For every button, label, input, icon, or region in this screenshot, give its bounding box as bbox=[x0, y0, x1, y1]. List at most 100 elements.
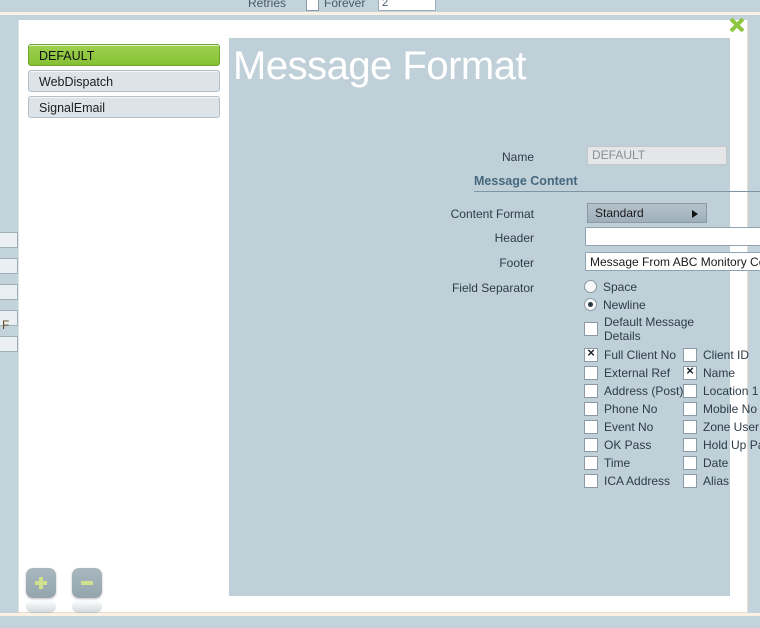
radio-icon bbox=[584, 298, 597, 311]
checkbox-icon bbox=[584, 321, 598, 336]
field-checkbox-client-id[interactable]: Client ID bbox=[683, 348, 760, 362]
field-checkbox-label: Zone User No bbox=[703, 420, 760, 434]
footer-input[interactable] bbox=[585, 252, 760, 271]
checkbox-icon bbox=[584, 438, 598, 452]
field-checkbox-label: OK Pass bbox=[604, 438, 652, 452]
message-field-checkbox-grid: Full Client No Client ID Client Area Ext… bbox=[584, 345, 760, 490]
field-checkbox-label: Time bbox=[604, 456, 631, 470]
chevron-right-icon bbox=[692, 210, 698, 218]
list-item[interactable]: WebDispatch bbox=[28, 70, 220, 92]
background-bottom-fill bbox=[0, 616, 760, 628]
field-checkbox-full-client-no[interactable]: Full Client No bbox=[584, 345, 683, 362]
checkbox-icon bbox=[683, 348, 697, 362]
checkbox-row: Phone No Mobile No Message ID bbox=[584, 400, 760, 418]
name-field: DEFAULT bbox=[587, 146, 727, 165]
field-checkbox-alias[interactable]: Alias bbox=[683, 474, 760, 488]
content-format-value: Standard bbox=[595, 206, 644, 220]
separator-option-label: Space bbox=[603, 279, 638, 294]
default-message-details-label: Default Message Details bbox=[604, 314, 695, 343]
section-header-rule bbox=[474, 191, 760, 192]
checkbox-icon bbox=[584, 402, 598, 416]
field-checkbox-label: ICA Address bbox=[604, 474, 671, 488]
checkbox-icon bbox=[683, 420, 697, 434]
field-checkbox-label: Name bbox=[703, 366, 736, 380]
field-checkbox-time[interactable]: Time bbox=[584, 456, 683, 470]
field-checkbox-label: Client ID bbox=[703, 348, 750, 362]
checkbox-icon bbox=[683, 456, 697, 470]
list-actions bbox=[26, 568, 136, 614]
field-checkbox-phone-no[interactable]: Phone No bbox=[584, 402, 683, 416]
field-checkbox-label: Mobile No bbox=[703, 402, 758, 416]
field-checkbox-mobile-no[interactable]: Mobile No bbox=[683, 402, 760, 416]
remove-button[interactable] bbox=[72, 568, 102, 613]
default-message-details-checkbox[interactable]: Default Message Details bbox=[584, 315, 730, 343]
radio-icon bbox=[584, 280, 597, 293]
list-item[interactable]: DEFAULT bbox=[28, 44, 220, 66]
background-retries-label: Retries bbox=[248, 0, 287, 10]
separator-option-label: Newline bbox=[603, 297, 646, 312]
checkbox-icon bbox=[584, 366, 598, 380]
checkbox-row: Time Date Raw Data bbox=[584, 454, 760, 472]
field-checkbox-ica-address[interactable]: ICA Address bbox=[584, 474, 683, 488]
add-button-reflection bbox=[26, 600, 56, 613]
remove-button-reflection bbox=[72, 600, 102, 613]
checkbox-icon bbox=[584, 345, 598, 362]
field-checkbox-location-1[interactable]: Location 1 bbox=[683, 384, 760, 398]
checkbox-row: Full Client No Client ID Client Area bbox=[584, 345, 760, 364]
name-label: Name bbox=[501, 150, 534, 164]
checkbox-icon bbox=[683, 474, 697, 488]
content-format-select[interactable]: Standard bbox=[587, 203, 707, 223]
background-divider-top bbox=[0, 12, 760, 15]
checkbox-icon bbox=[683, 402, 697, 416]
checkbox-icon bbox=[683, 363, 697, 380]
page-title: Message Format bbox=[233, 44, 527, 88]
field-checkbox-hold-up-pass[interactable]: Hold Up Pass bbox=[683, 438, 760, 452]
field-checkbox-name[interactable]: Name bbox=[683, 363, 760, 380]
checkbox-icon bbox=[683, 438, 697, 452]
checkbox-row: External Ref Name Signal Description bbox=[584, 363, 760, 382]
field-checkbox-external-ref[interactable]: External Ref bbox=[584, 366, 683, 380]
field-checkbox-label: Location 1 bbox=[703, 384, 759, 398]
field-separator-label: Field Separator bbox=[451, 281, 534, 295]
close-icon[interactable] bbox=[724, 12, 750, 38]
checkbox-icon bbox=[584, 420, 598, 434]
plus-icon bbox=[26, 568, 56, 598]
field-checkbox-label: Address (Post) bbox=[604, 384, 684, 398]
field-checkbox-ok-pass[interactable]: OK Pass bbox=[584, 438, 683, 452]
field-checkbox-label: Full Client No bbox=[604, 348, 677, 362]
field-checkbox-label: External Ref bbox=[604, 366, 671, 380]
checkbox-icon bbox=[584, 474, 598, 488]
separator-option-newline[interactable]: Newline bbox=[584, 296, 646, 313]
footer-label: Footer bbox=[499, 256, 534, 270]
field-checkbox-address-post[interactable]: Address (Post) bbox=[584, 384, 683, 398]
minus-icon bbox=[72, 568, 102, 598]
background-left-field-stubs bbox=[0, 232, 18, 362]
section-header: Message Content bbox=[474, 174, 760, 192]
separator-option-space[interactable]: Space bbox=[584, 278, 637, 295]
section-header-label: Message Content bbox=[474, 174, 578, 188]
checkbox-row: Address (Post) Location 1 Location 2 bbox=[584, 382, 760, 400]
content-format-label: Content Format bbox=[450, 207, 534, 221]
field-checkbox-event-no[interactable]: Event No bbox=[584, 420, 683, 434]
background-retries-row: Retries Forever 2 bbox=[240, 0, 570, 12]
field-checkbox-label: Date bbox=[703, 456, 729, 470]
header-input[interactable] bbox=[585, 227, 760, 246]
checkbox-icon bbox=[584, 384, 598, 398]
checkbox-icon bbox=[683, 384, 697, 398]
field-checkbox-date[interactable]: Date bbox=[683, 456, 760, 470]
field-checkbox-zone-user-no[interactable]: Zone User No bbox=[683, 420, 760, 434]
add-button[interactable] bbox=[26, 568, 56, 613]
background-retries-value: 2 bbox=[378, 0, 436, 11]
message-format-panel: Message Format Name DEFAULT Message Cont… bbox=[229, 38, 760, 596]
field-checkbox-label: Event No bbox=[604, 420, 654, 434]
list-item[interactable]: SignalEmail bbox=[28, 96, 220, 118]
checkbox-row: Event No Zone User No Module No bbox=[584, 418, 760, 436]
field-checkbox-label: Phone No bbox=[604, 402, 658, 416]
field-checkbox-label: Hold Up Pass bbox=[703, 438, 760, 452]
field-checkbox-label: Alias bbox=[703, 474, 730, 488]
checkbox-row: OK Pass Hold Up Pass City bbox=[584, 436, 760, 454]
checkbox-row: ICA Address Alias bbox=[584, 472, 760, 490]
background-forever-checkbox bbox=[306, 0, 319, 11]
header-label: Header bbox=[494, 231, 534, 245]
format-list: DEFAULT WebDispatch SignalEmail bbox=[28, 44, 220, 122]
